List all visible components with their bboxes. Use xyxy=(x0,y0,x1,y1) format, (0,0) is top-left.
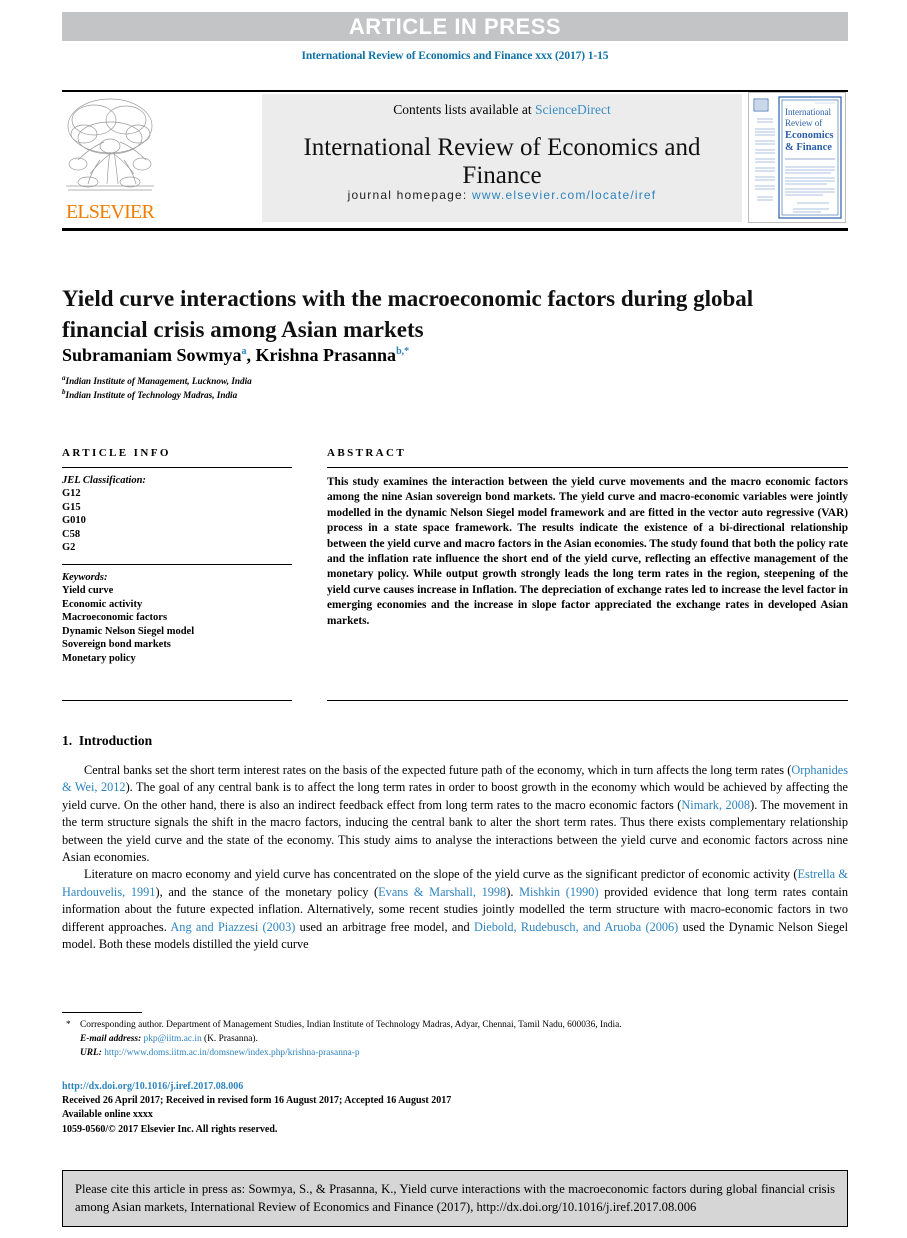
corresponding-author-marker[interactable]: * xyxy=(404,346,409,357)
keyword: Macroeconomic factors xyxy=(62,612,168,624)
footnote-star-marker: * xyxy=(66,1020,71,1030)
jel-code: G15 xyxy=(62,501,81,513)
page-title: Yield curve interactions with the macroe… xyxy=(62,286,754,343)
footnote-block: * Corresponding author. Department of Man… xyxy=(62,1018,848,1060)
publication-metadata: http://dx.doi.org/10.1016/j.iref.2017.08… xyxy=(62,1080,662,1137)
keyword: Dynamic Nelson Siegel model xyxy=(62,625,195,637)
section-number: 1. xyxy=(62,733,73,748)
journal-homepage-label: journal homepage: xyxy=(347,188,472,202)
abstract-text: This study examines the interaction betw… xyxy=(327,476,848,627)
doi-link[interactable]: http://dx.doi.org/10.1016/j.iref.2017.08… xyxy=(62,1080,662,1094)
affiliation-a-text: Indian Institute of Management, Lucknow,… xyxy=(65,376,252,387)
keyword: Yield curve xyxy=(62,584,114,596)
abstract-column: ABSTRACT This study examines the interac… xyxy=(327,447,848,629)
abstract-heading: ABSTRACT xyxy=(327,447,407,459)
citation-link[interactable]: Ang and Piazzesi (2003) xyxy=(170,920,295,934)
elsevier-tree-icon xyxy=(66,98,154,191)
available-online: Available online xxxx xyxy=(62,1109,153,1121)
paragraph-2: Literature on macro economy and yield cu… xyxy=(62,867,849,952)
section-heading-introduction: 1. Introduction xyxy=(62,733,152,749)
contents-lists-prefix: Contents lists available at xyxy=(393,102,535,117)
paragraph-1: Central banks set the short term interes… xyxy=(62,763,849,865)
paper-page: ARTICLE IN PRESS International Review of… xyxy=(0,0,907,1238)
citation-link[interactable]: Orphanides & Wei, 2012 xyxy=(62,763,848,794)
url-note: URL: http://www.doms.iitm.ac.in/domsnew/… xyxy=(62,1046,848,1060)
elsevier-wordmark: ELSEVIER xyxy=(65,201,155,223)
contents-lists-line: Contents lists available at ScienceDirec… xyxy=(262,102,742,118)
received-dates: Received 26 April 2017; Received in revi… xyxy=(62,1095,452,1107)
sciencedirect-link[interactable]: ScienceDirect xyxy=(535,102,611,117)
journal-title: International Review of Economics and Fi… xyxy=(303,134,701,189)
url-label: URL: xyxy=(80,1048,102,1058)
author-name-1: Subramaniam Sowmya xyxy=(62,345,242,365)
keyword: Sovereign bond markets xyxy=(62,639,171,651)
author-list: Subramaniam Sowmyaa, Krishna Prasannab,* xyxy=(62,345,410,365)
svg-text:International: International xyxy=(785,107,831,117)
jel-code: C58 xyxy=(62,528,81,540)
article-in-press-label: ARTICLE IN PRESS xyxy=(348,14,562,39)
svg-text:Economics: Economics xyxy=(785,130,833,141)
keyword: Monetary policy xyxy=(62,652,136,664)
abstract-rule-1 xyxy=(327,467,848,468)
jel-code: G010 xyxy=(62,515,86,527)
article-info-rule-3 xyxy=(62,700,292,702)
keyword: Economic activity xyxy=(62,598,143,610)
corresponding-author-text: Corresponding author. Department of Mana… xyxy=(80,1020,622,1030)
footnote-rule xyxy=(62,1012,142,1014)
article-info-heading: ARTICLE INFO xyxy=(62,447,171,459)
author-name-2: Krishna Prasanna xyxy=(255,345,397,365)
journal-homepage-line: journal homepage: www.elsevier.com/locat… xyxy=(262,188,742,202)
citation-link[interactable]: Evans & Marshall, 1998 xyxy=(378,885,506,899)
citation-box: Please cite this article in press as: So… xyxy=(62,1170,848,1227)
keyword-list: Yield curve Economic activity Macroecono… xyxy=(62,584,292,666)
journal-running-head: International Review of Economics and Fi… xyxy=(301,50,609,62)
journal-cover-thumbnail: International Review of Economics & Fina… xyxy=(748,92,846,223)
copyright-line: 1059-0560/© 2017 Elsevier Inc. All right… xyxy=(62,1123,278,1135)
elsevier-logo: ELSEVIER xyxy=(62,94,158,224)
jel-code: G2 xyxy=(62,542,76,554)
author-homepage-link[interactable]: http://www.doms.iitm.ac.in/domsnew/index… xyxy=(104,1048,359,1058)
section-title: Introduction xyxy=(78,733,153,748)
jel-code-list: G12 G15 G010 C58 G2 xyxy=(62,487,292,555)
keywords-label: Keywords: xyxy=(62,571,108,583)
journal-masthead: ELSEVIER Contents lists available at Sci… xyxy=(62,92,848,226)
citation-link[interactable]: Nimark, 2008 xyxy=(681,798,750,812)
affiliation-b: bIndian Institute of Technology Madras, … xyxy=(62,388,782,400)
affiliation-a: aIndian Institute of Management, Lucknow… xyxy=(62,374,782,386)
email-address-label: E-mail address: xyxy=(80,1034,142,1044)
svg-text:& Finance: & Finance xyxy=(785,142,832,153)
author-2-affiliation-marker[interactable]: b, xyxy=(396,346,404,357)
email-address-link[interactable]: pkp@iitm.ac.in xyxy=(144,1034,202,1044)
citation-link[interactable]: Mishkin (1990) xyxy=(519,885,598,899)
article-info-rule-1 xyxy=(62,467,292,468)
article-info-rule-2 xyxy=(62,563,292,565)
masthead-bottom-rule xyxy=(62,228,848,231)
journal-cover-art: International Review of Economics & Fina… xyxy=(749,93,845,222)
jel-code: G12 xyxy=(62,488,81,499)
svg-text:Review of: Review of xyxy=(785,118,822,128)
journal-homepage-link[interactable]: www.elsevier.com/locate/iref xyxy=(472,188,656,202)
abstract-rule-2 xyxy=(327,700,848,702)
jel-classification-label: JEL Classification: xyxy=(62,475,146,486)
author-1-affiliation-marker[interactable]: a xyxy=(242,346,247,357)
email-note: E-mail address: pkp@iitm.ac.in (K. Prasa… xyxy=(62,1032,848,1046)
corresponding-author-note: * Corresponding author. Department of Man… xyxy=(62,1018,848,1032)
affiliation-b-text: Indian Institute of Technology Madras, I… xyxy=(65,390,238,401)
citation-link[interactable]: Diebold, Rudebusch, and Aruoba (2006) xyxy=(474,920,678,934)
email-address-owner: (K. Prasanna). xyxy=(204,1034,258,1044)
body-text: Central banks set the short term interes… xyxy=(62,762,848,953)
article-info-column: ARTICLE INFO JEL Classification: G12 G15… xyxy=(62,447,292,666)
